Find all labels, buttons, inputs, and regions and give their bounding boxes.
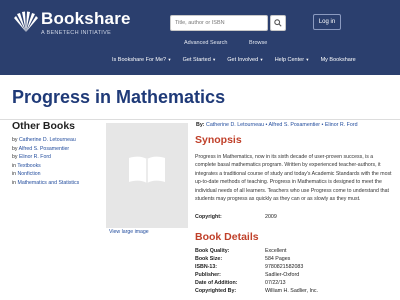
copyright-value: 2009 — [265, 214, 277, 220]
category-link[interactable]: Nonfiction — [18, 171, 41, 177]
sidebar-heading: Other Books — [12, 120, 76, 132]
sidebar-item: in Nonfiction — [12, 170, 102, 179]
byline-authors[interactable]: Catherine D. Letourneau • Alfred S. Posa… — [206, 122, 358, 128]
nav-item-help-center[interactable]: Help Center ▾ — [275, 57, 309, 63]
detail-value: 07/22/13 — [265, 280, 286, 286]
nav-item-my-bookshare[interactable]: My Bookshare — [321, 57, 356, 63]
sidebar-item: by Elinor R. Ford — [12, 153, 102, 162]
detail-value: Sadlier-Oxford — [265, 272, 300, 278]
brand-tagline: A BENETECH INITIATIVE — [41, 30, 112, 36]
detail-value: 9780821582083 — [265, 264, 304, 270]
caret-down-icon: ▾ — [259, 57, 263, 62]
detail-label: ISBN-13: — [195, 264, 218, 270]
book-details-heading: Book Details — [195, 231, 259, 243]
sidebar-prefix: in — [12, 179, 17, 186]
browse-link[interactable]: Browse — [249, 40, 267, 46]
brand-name: Bookshare — [41, 9, 131, 28]
author-link[interactable]: Alfred S. Posamentier — [19, 146, 69, 152]
nav-item-is-bookshare-for-me[interactable]: Is Bookshare For Me? ▾ — [112, 57, 171, 63]
other-books-sidebar: Other Books by Catherine D. Letourneau b… — [12, 120, 102, 188]
category-link[interactable]: Mathematics and Statistics — [18, 180, 80, 186]
nav-label: Is Bookshare For Me? — [112, 57, 167, 63]
detail-label: Publisher: — [195, 272, 221, 278]
author-link[interactable]: Catherine D. Letourneau — [19, 137, 76, 143]
book-cover-placeholder[interactable] — [106, 123, 188, 228]
nav-item-get-involved[interactable]: Get Involved ▾ — [227, 57, 262, 63]
author-link[interactable]: Elinor R. Ford — [19, 154, 51, 160]
detail-value: William H. Sadlier, Inc. — [265, 288, 318, 294]
sidebar-prefix: by — [12, 145, 18, 152]
sidebar-prefix: in — [12, 171, 17, 178]
copyright-label: Copyright: — [195, 214, 222, 220]
sidebar-item: in Textbooks — [12, 162, 102, 171]
caret-down-icon: ▾ — [167, 57, 171, 62]
page-title: Progress in Mathematics — [12, 87, 226, 107]
detail-label: Copyrighted By: — [195, 288, 237, 294]
detail-value: Excellent — [265, 248, 287, 254]
detail-value: 584 Pages — [265, 256, 291, 262]
bookshare-logo[interactable]: Bookshare A BENETECH INITIATIVE — [10, 8, 150, 42]
byline: By: Catherine D. Letourneau • Alfred S. … — [196, 122, 358, 128]
byline-label: By: — [196, 122, 205, 128]
site-header: Bookshare A BENETECH INITIATIVE Title, a… — [0, 0, 400, 75]
nav-label: Help Center — [274, 57, 305, 63]
sidebar-prefix: by — [12, 154, 18, 161]
nav-label: Get Started — [182, 57, 211, 63]
detail-label: Book Quality: — [195, 248, 230, 254]
synopsis-heading: Synopsis — [195, 134, 242, 146]
sidebar-prefix: in — [12, 162, 17, 169]
detail-label: Date of Addition: — [195, 280, 238, 286]
caret-down-icon: ▾ — [305, 57, 309, 62]
book-icon — [129, 156, 165, 183]
logo-fan-icon — [14, 11, 38, 32]
search-input[interactable]: Title, author or ISBN — [170, 15, 268, 31]
nav-item-get-started[interactable]: Get Started ▾ — [183, 57, 216, 63]
category-link[interactable]: Textbooks — [17, 163, 40, 169]
search-icon — [274, 19, 282, 27]
search-button[interactable] — [270, 15, 286, 31]
nav-label: Get Involved — [227, 57, 259, 63]
main-navigation: Is Bookshare For Me? ▾ Get Started ▾ Get… — [112, 57, 356, 63]
detail-label: Book Size: — [195, 256, 223, 262]
login-button[interactable]: Log in — [313, 14, 341, 30]
caret-down-icon: ▾ — [211, 57, 216, 62]
synopsis-text: Progress in Mathematics, now in its sixt… — [195, 154, 392, 203]
sidebar-prefix: by — [12, 137, 18, 143]
sub-navigation: Advanced Search Browse — [184, 40, 287, 46]
advanced-search-link[interactable]: Advanced Search — [184, 40, 227, 46]
nav-label: My Bookshare — [320, 57, 356, 63]
sidebar-item: by Catherine D. Letourneau — [12, 136, 102, 145]
sidebar-item: in Mathematics and Statistics — [12, 179, 102, 188]
view-large-image-link[interactable]: View large image — [109, 229, 149, 235]
sidebar-item: by Alfred S. Posamentier — [12, 145, 102, 154]
